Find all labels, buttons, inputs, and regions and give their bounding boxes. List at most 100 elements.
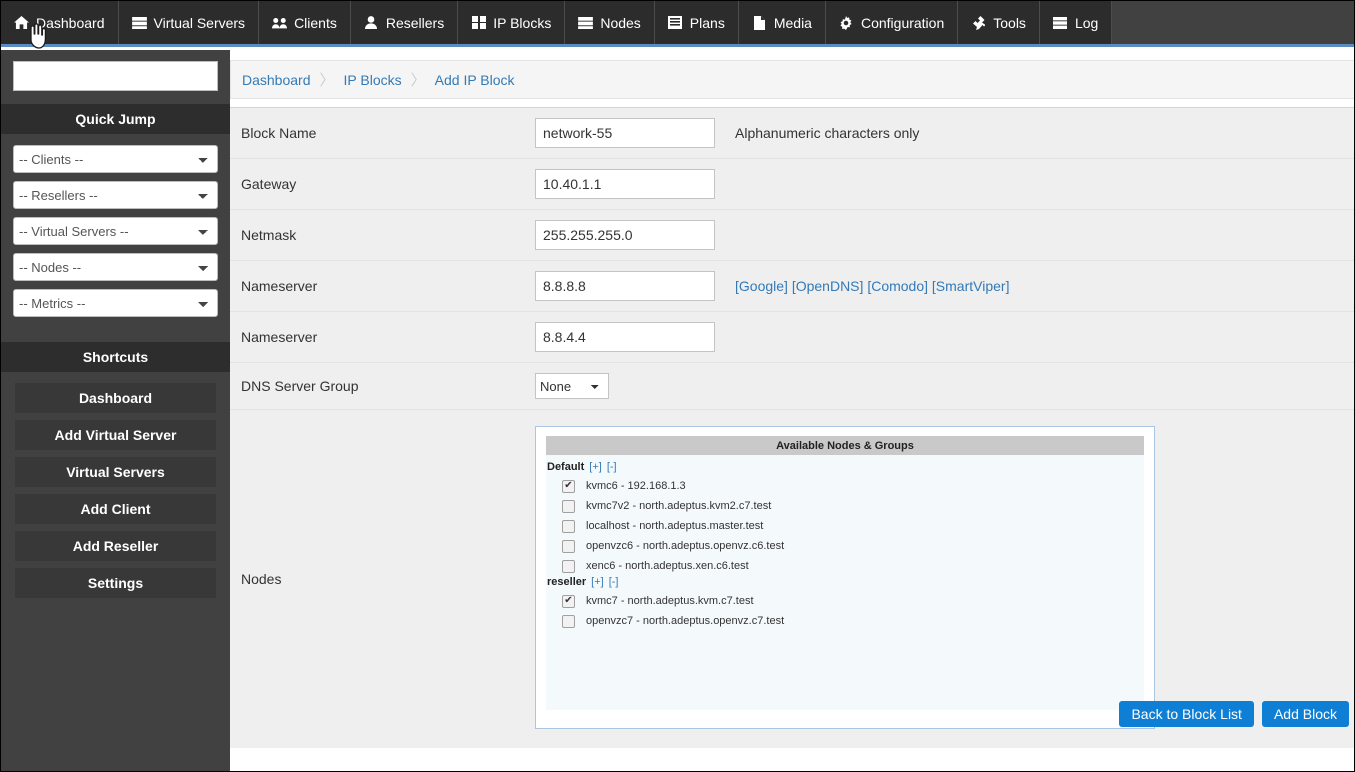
dns-server-group-select[interactable]: None <box>535 373 609 399</box>
breadcrumb-item-add-ip-block[interactable]: Add IP Block <box>435 72 515 88</box>
hint-dns-server-group <box>724 362 1354 410</box>
netmask-input[interactable] <box>535 220 715 250</box>
file-icon <box>752 15 767 30</box>
dns-link-smartviper[interactable]: [SmartViper] <box>932 278 1010 294</box>
shortcut-add-reseller[interactable]: Add Reseller <box>15 531 216 561</box>
node-row[interactable]: xenc6 - north.adeptus.xen.c6.test <box>546 556 1144 576</box>
hint-nameserver-2 <box>724 311 1354 363</box>
node-checkbox[interactable] <box>562 479 575 493</box>
nav-item-media[interactable]: Media <box>738 1 826 44</box>
nav-item-nodes[interactable]: Nodes <box>565 1 655 44</box>
nodes-panel-title: Available Nodes & Groups <box>546 436 1144 455</box>
nav-item-plans[interactable]: Plans <box>654 1 739 44</box>
node-row[interactable]: openvzc6 - north.adeptus.openvz.c6.test <box>546 536 1144 556</box>
grid-icon <box>471 15 486 30</box>
nav-item-clients[interactable]: Clients <box>259 1 351 44</box>
node-group-header-reseller: reseller [+] [-] <box>546 576 1144 591</box>
nav-label: Virtual Servers <box>153 14 246 31</box>
nav-item-virtual-servers[interactable]: Virtual Servers <box>118 1 260 44</box>
back-to-block-list-button[interactable]: Back to Block List <box>1119 701 1254 727</box>
breadcrumb-item-dashboard[interactable]: Dashboard <box>242 72 311 88</box>
nav-item-dashboard[interactable]: Dashboard <box>1 1 119 44</box>
field-cell-block-name <box>524 107 724 159</box>
quick-jump-select-resellers[interactable]: -- Resellers -- <box>13 181 218 209</box>
search-input[interactable] <box>13 61 218 91</box>
form-row-netmask: Netmask <box>230 209 1354 261</box>
shortcut-add-virtual-server[interactable]: Add Virtual Server <box>15 420 216 450</box>
nameserver-1-input[interactable] <box>535 271 715 301</box>
shortcuts-title: Shortcuts <box>82 349 149 365</box>
nav-item-ip-blocks[interactable]: IP Blocks <box>458 1 566 44</box>
home-icon <box>14 15 29 30</box>
hint-gateway <box>724 158 1354 210</box>
quick-jump-select-metrics[interactable]: -- Metrics -- <box>13 289 218 317</box>
field-cell-netmask <box>524 209 724 261</box>
nav-item-configuration[interactable]: Configuration <box>825 1 959 44</box>
node-label: localhost - north.adeptus.master.test <box>586 520 764 532</box>
label-block-name: Block Name <box>230 107 524 159</box>
nav-label: IP Blocks <box>493 14 552 31</box>
label-gateway: Gateway <box>230 158 524 210</box>
navbar-spacer <box>1112 1 1354 44</box>
shortcut-settings[interactable]: Settings <box>15 568 216 598</box>
node-group-name: Default <box>547 461 585 473</box>
node-row[interactable]: kvmc6 - 192.168.1.3 <box>546 476 1144 496</box>
nav-label: Configuration <box>860 14 945 31</box>
collapse-group-icon[interactable]: [-] <box>607 461 617 473</box>
label-nodes: Nodes <box>230 409 524 748</box>
node-checkbox[interactable] <box>562 559 575 573</box>
node-checkbox[interactable] <box>562 614 575 628</box>
users-icon <box>272 15 288 30</box>
quick-jump-select-nodes[interactable]: -- Nodes -- <box>13 253 218 281</box>
nodes-scroll-area[interactable]: Default [+] [-] kvmc6 - 192.168.1.3 kvmc… <box>546 455 1144 710</box>
block-name-input[interactable] <box>535 118 715 148</box>
dns-preset-links: [Google] [OpenDNS] [Comodo] [SmartViper] <box>724 260 1354 312</box>
node-row[interactable]: kvmc7 - north.adeptus.kvm.c7.test <box>546 591 1144 611</box>
label-nameserver-2: Nameserver <box>230 311 524 363</box>
breadcrumb-separator-icon: 〉 <box>319 72 335 89</box>
sidebar: Quick Jump -- Clients -- -- Resellers --… <box>1 50 230 771</box>
nameserver-2-input[interactable] <box>535 322 715 352</box>
quick-jump-select-virtual-servers[interactable]: -- Virtual Servers -- <box>13 217 218 245</box>
shortcut-virtual-servers[interactable]: Virtual Servers <box>15 457 216 487</box>
form-row-nameserver-1: Nameserver [Google] [OpenDNS] [Comodo] [… <box>230 260 1354 312</box>
breadcrumb-item-ip-blocks[interactable]: IP Blocks <box>344 72 402 88</box>
shortcut-dashboard[interactable]: Dashboard <box>15 383 216 413</box>
node-group-header-default: Default [+] [-] <box>546 461 1144 476</box>
nav-item-tools[interactable]: Tools <box>958 1 1040 44</box>
shortcut-label: Add Client <box>80 501 151 517</box>
node-checkbox[interactable] <box>562 594 575 608</box>
label-dns-server-group: DNS Server Group <box>230 362 524 410</box>
field-cell-nameserver-2 <box>524 311 724 363</box>
main-content: Dashboard 〉 IP Blocks 〉 Add IP Block Blo… <box>230 50 1354 771</box>
node-checkbox[interactable] <box>562 499 575 513</box>
expand-group-icon[interactable]: [+] <box>589 461 602 473</box>
nav-item-resellers[interactable]: Resellers <box>350 1 459 44</box>
node-row[interactable]: localhost - north.adeptus.master.test <box>546 516 1144 536</box>
node-group-name: reseller <box>547 576 587 588</box>
node-row[interactable]: kvmc7v2 - north.adeptus.kvm2.c7.test <box>546 496 1144 516</box>
expand-group-icon[interactable]: [+] <box>591 576 604 588</box>
node-label: kvmc7 - north.adeptus.kvm.c7.test <box>586 595 754 607</box>
breadcrumb: Dashboard 〉 IP Blocks 〉 Add IP Block <box>230 60 1354 99</box>
collapse-group-icon[interactable]: [-] <box>609 576 619 588</box>
dns-link-comodo[interactable]: [Comodo] <box>867 278 928 294</box>
quick-jump-title: Quick Jump <box>75 111 156 127</box>
nav-item-log[interactable]: Log <box>1039 1 1113 44</box>
add-block-button[interactable]: Add Block <box>1261 701 1349 727</box>
quick-jump-select-clients[interactable]: -- Clients -- <box>13 145 218 173</box>
form-row-gateway: Gateway <box>230 158 1354 210</box>
node-row[interactable]: openvzc7 - north.adeptus.openvz.c7.test <box>546 611 1144 631</box>
nodes-cell: Available Nodes & Groups Default [+] [-]… <box>524 409 1354 748</box>
node-checkbox[interactable] <box>562 519 575 533</box>
dns-link-google[interactable]: [Google] <box>735 278 788 294</box>
nav-label: Dashboard <box>36 14 105 31</box>
node-label: kvmc6 - 192.168.1.3 <box>586 480 686 492</box>
available-nodes-panel: Available Nodes & Groups Default [+] [-]… <box>535 426 1155 729</box>
shortcut-label: Add Reseller <box>72 538 159 554</box>
gateway-input[interactable] <box>535 169 715 199</box>
node-checkbox[interactable] <box>562 539 575 553</box>
dns-link-opendns[interactable]: [OpenDNS] <box>792 278 864 294</box>
shortcut-add-client[interactable]: Add Client <box>15 494 216 524</box>
list-icon <box>668 15 683 30</box>
